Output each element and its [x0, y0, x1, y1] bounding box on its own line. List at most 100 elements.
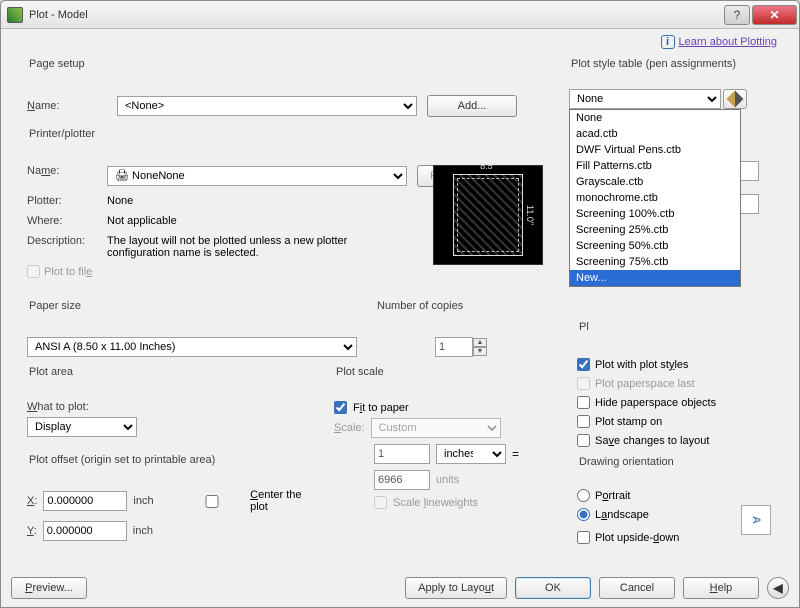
description-value: The layout will not be plotted unless a …	[107, 235, 397, 259]
button-bar: Preview... Apply to Layout OK Cancel Hel…	[11, 577, 789, 599]
paper-height-dim: 11.0"	[525, 205, 535, 225]
landscape-radio[interactable]	[577, 508, 590, 521]
titlebar: Plot - Model ? ✕	[1, 1, 799, 29]
scale-select[interactable]: Custom	[371, 418, 501, 438]
scale-lineweights-checkbox[interactable]	[374, 496, 387, 509]
titlebar-help-button[interactable]: ?	[724, 5, 750, 25]
plot-offset-group: Plot offset (origin set to printable are…	[19, 455, 317, 535]
portrait-label: Portrait	[595, 490, 630, 502]
pst-option[interactable]: Grayscale.ctb	[570, 174, 740, 190]
printer-name-label: Name:	[27, 165, 107, 187]
scale-label: Scale:	[334, 422, 365, 434]
paper-size-legend: Paper size	[27, 300, 83, 312]
pst-option[interactable]: Screening 50%.ctb	[570, 238, 740, 254]
orientation-preview-icon: A	[741, 505, 771, 535]
plot-to-file-label: Plot to file	[44, 266, 92, 278]
plot-paperspace-last-label: Plot paperspace last	[595, 378, 695, 390]
paper-size-select[interactable]: ANSI A (8.50 x 11.00 Inches)	[27, 337, 357, 357]
plot-with-styles-checkbox[interactable]	[577, 358, 590, 371]
what-to-plot-label: What to plot:	[27, 401, 181, 413]
fit-to-paper-label: Fit to paper	[353, 402, 409, 414]
pst-option[interactable]: Screening 75%.ctb	[570, 254, 740, 270]
preview-button[interactable]: Preview...	[11, 577, 87, 599]
plot-options-legend: Pl	[577, 321, 591, 333]
pst-option[interactable]: acad.ctb	[570, 126, 740, 142]
scale-units-select[interactable]: inches	[436, 444, 506, 464]
copies-legend: Number of copies	[375, 300, 465, 312]
paper-size-group: Paper size ANSI A (8.50 x 11.00 Inches)	[19, 301, 365, 357]
ok-button[interactable]: OK	[515, 577, 591, 599]
plot-upside-down-label: Plot upside-down	[595, 532, 679, 544]
apply-to-layout-button[interactable]: Apply to Layout	[405, 577, 507, 599]
plot-area-group: Plot area What to plot: Display	[19, 367, 189, 447]
offset-y-label: Y:	[27, 525, 37, 537]
center-plot-label: Center the plot	[250, 489, 309, 513]
plot-to-file-checkbox[interactable]	[27, 265, 40, 278]
expand-collapse-button[interactable]: ◀	[767, 577, 789, 599]
what-to-plot-select[interactable]: Display	[27, 417, 137, 437]
plot-offset-legend: Plot offset (origin set to printable are…	[27, 454, 217, 466]
drawing-orientation-group: Drawing orientation Portrait Landscape P…	[569, 457, 779, 552]
pst-option[interactable]: Screening 25%.ctb	[570, 222, 740, 238]
fit-to-paper-checkbox[interactable]	[334, 401, 347, 414]
copies-spin-up[interactable]: ▲	[473, 338, 487, 347]
description-label: Description:	[27, 235, 107, 259]
hide-paperspace-checkbox[interactable]	[577, 396, 590, 409]
app-icon	[7, 7, 23, 23]
offset-x-unit: inch	[133, 495, 153, 507]
paper-preview: 8.5" 11.0"	[433, 165, 543, 265]
info-icon: i	[661, 35, 675, 49]
pst-option[interactable]: monochrome.ctb	[570, 190, 740, 206]
scale-lineweights-label: Scale lineweights	[393, 497, 478, 509]
scale-equals-icon: =	[512, 447, 519, 461]
page-setup-name-select[interactable]: <None>	[117, 96, 417, 116]
cancel-button[interactable]: Cancel	[599, 577, 675, 599]
landscape-label: Landscape	[595, 509, 649, 521]
pst-option[interactable]: Screening 100%.ctb	[570, 206, 740, 222]
plot-area-legend: Plot area	[27, 366, 75, 378]
paper-width-dim: 8.5"	[480, 161, 496, 171]
window-title: Plot - Model	[29, 9, 724, 21]
pst-option-selected[interactable]: New...	[570, 270, 740, 286]
plot-upside-down-checkbox[interactable]	[577, 531, 590, 544]
hide-paperspace-label: Hide paperspace objects	[595, 397, 716, 409]
scale-num2-input[interactable]	[374, 470, 430, 490]
center-plot-checkbox[interactable]	[178, 495, 247, 508]
printer-plotter-legend: Printer/plotter	[27, 128, 97, 140]
number-of-copies-group: Number of copies ▲ ▼	[367, 301, 547, 357]
offset-y-input[interactable]	[43, 521, 127, 541]
page-setup-name-label: Name:	[27, 100, 117, 112]
plot-style-dropdown-list[interactable]: None acad.ctb DWF Virtual Pens.ctb Fill …	[569, 109, 741, 287]
save-changes-label: Save changes to layout	[595, 435, 709, 447]
scale-num1-input[interactable]	[374, 444, 430, 464]
plot-scale-group: Plot scale Fit to paper Scale: Custom in…	[326, 367, 556, 547]
plot-dialog: Plot - Model ? ✕ iLearn about Plotting P…	[0, 0, 800, 608]
copies-spin-down[interactable]: ▼	[473, 347, 487, 356]
plot-style-table-select[interactable]: None	[569, 89, 721, 109]
where-label: Where:	[27, 215, 107, 227]
save-changes-checkbox[interactable]	[577, 434, 590, 447]
plot-stamp-label: Plot stamp on	[595, 416, 662, 428]
pst-option[interactable]: None	[570, 110, 740, 126]
titlebar-close-button[interactable]: ✕	[752, 5, 797, 25]
plotter-label: Plotter:	[27, 195, 107, 207]
plot-scale-legend: Plot scale	[334, 366, 386, 378]
edit-plot-style-button[interactable]	[723, 89, 747, 109]
plot-style-table-group: Plot style table (pen assignments) None	[569, 59, 779, 113]
pst-option[interactable]: Fill Patterns.ctb	[570, 158, 740, 174]
dialog-body: iLearn about Plotting Page setup Name: <…	[1, 29, 799, 607]
copies-input[interactable]	[435, 337, 473, 357]
pst-option[interactable]: DWF Virtual Pens.ctb	[570, 142, 740, 158]
help-button[interactable]: Help	[683, 577, 759, 599]
portrait-radio[interactable]	[577, 489, 590, 502]
plot-paperspace-last-checkbox[interactable]	[577, 377, 590, 390]
plot-stamp-checkbox[interactable]	[577, 415, 590, 428]
plot-style-table-legend: Plot style table (pen assignments)	[569, 58, 738, 70]
learn-about-plotting-link[interactable]: iLearn about Plotting	[661, 35, 777, 49]
scale-units2-label: units	[436, 474, 459, 486]
offset-x-input[interactable]	[43, 491, 127, 511]
drawing-orientation-legend: Drawing orientation	[577, 456, 676, 468]
printer-name-select[interactable]: 🖨 NoneNone	[107, 166, 407, 186]
page-setup-add-button[interactable]: Add...	[427, 95, 517, 117]
pencil-icon	[727, 91, 744, 108]
